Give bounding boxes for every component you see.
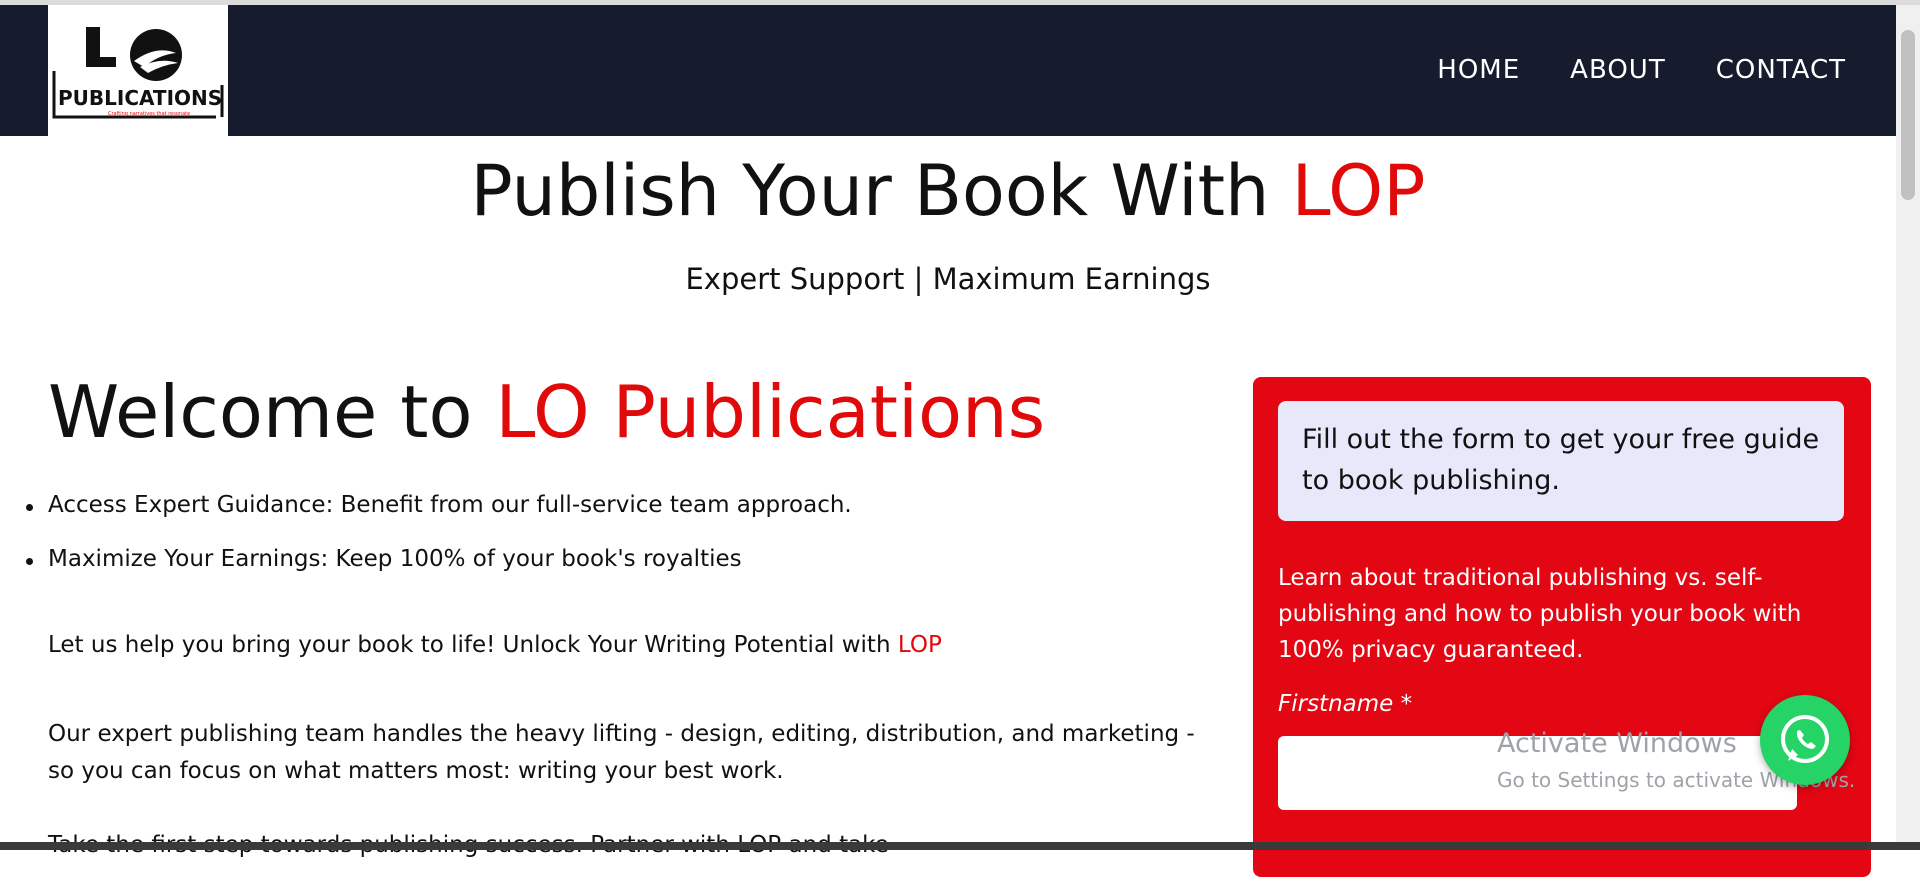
brand-logo[interactable]: PUBLICATIONS Crafting narratives that re… xyxy=(48,5,228,136)
form-intro-box: Fill out the form to get your free guide… xyxy=(1278,401,1844,521)
hero-title-text: Publish Your Book With xyxy=(470,150,1292,232)
lead-form-panel: Fill out the form to get your free guide… xyxy=(1253,377,1871,877)
nav-home-link[interactable]: HOME xyxy=(1437,55,1520,85)
nav-about-link[interactable]: ABOUT xyxy=(1570,55,1666,85)
welcome-heading-accent: LO Publications xyxy=(495,370,1046,454)
scrollbar-thumb[interactable] xyxy=(1901,30,1915,200)
nav-contact-link[interactable]: CONTACT xyxy=(1716,55,1846,85)
firstname-label-text: Firstname xyxy=(1278,691,1394,717)
whatsapp-chat-button[interactable] xyxy=(1760,695,1850,785)
hero-title-accent: LOP xyxy=(1291,150,1426,232)
page-scrollbar[interactable] xyxy=(1896,5,1920,850)
welcome-heading-text: Welcome to xyxy=(48,370,496,454)
taskbar-strip xyxy=(0,842,1920,850)
intro-paragraph: Let us help you bring your book to life!… xyxy=(48,632,942,658)
intro-paragraph-text: Let us help you bring your book to life!… xyxy=(48,632,898,658)
activate-windows-title: Activate Windows xyxy=(1497,728,1737,759)
intro-paragraph-accent: LOP xyxy=(897,632,942,658)
hero-subtitle: Expert Support | Maximum Earnings xyxy=(685,262,1211,296)
logo-mark-icon: PUBLICATIONS Crafting narratives that re… xyxy=(52,27,224,119)
required-marker: * xyxy=(1400,691,1413,717)
list-item: Access Expert Guidance: Benefit from our… xyxy=(26,492,852,518)
site-header: PUBLICATIONS Crafting narratives that re… xyxy=(0,5,1896,136)
team-paragraph: Our expert publishing team handles the h… xyxy=(48,721,1195,784)
hero-title: Publish Your Book With LOP xyxy=(0,150,1896,232)
form-description: Learn about traditional publishing vs. s… xyxy=(1278,565,1802,663)
svg-text:PUBLICATIONS: PUBLICATIONS xyxy=(58,86,222,110)
list-item: Maximize Your Earnings: Keep 100% of you… xyxy=(26,546,852,572)
whatsapp-icon xyxy=(1781,715,1829,763)
welcome-heading: Welcome to LO Publications xyxy=(48,370,1045,454)
benefits-list: Access Expert Guidance: Benefit from our… xyxy=(26,492,852,600)
main-nav: HOME ABOUT CONTACT xyxy=(1437,55,1846,85)
svg-text:Crafting narratives that reson: Crafting narratives that resonate xyxy=(108,111,190,117)
firstname-label: Firstname * xyxy=(1278,691,1412,717)
